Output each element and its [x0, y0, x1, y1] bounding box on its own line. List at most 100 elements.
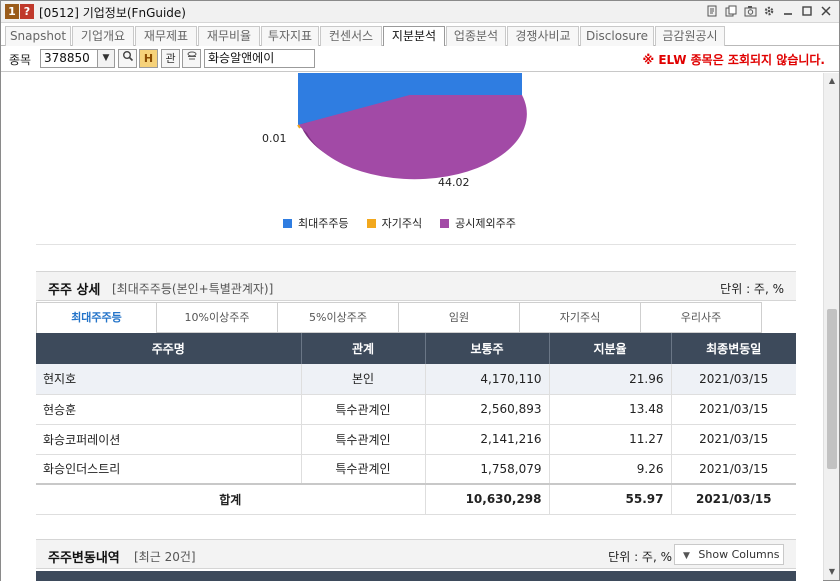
holders-table: 주주명 관계 보통주 지분율 최종변동일 현지호 본인 4,170,110 21…: [36, 333, 796, 515]
subtab-treasury[interactable]: 자기주식: [520, 302, 641, 333]
chevron-down-icon[interactable]: ▼: [98, 49, 115, 68]
show-columns-button[interactable]: ▼ Show Columns: [674, 544, 784, 565]
legend-item-nonpublic[interactable]: 공시제외주주: [440, 215, 516, 231]
elw-notice: ※ ELW 종목은 조회되지 않습니다.: [642, 53, 825, 67]
content-area: 0.01 44.02 최대주주등 자기주식 공시제외주주 주주 상세 [최대주주…: [1, 73, 823, 581]
window: 1 ? [0512] 기업정보(FnGuide) Snapshot 기업개요 재…: [0, 0, 840, 581]
window-controls: [705, 3, 833, 21]
subtab-10pct-holders[interactable]: 10%이상주주: [157, 302, 278, 333]
detail-subtitle: [최대주주등(본인+특별관계자)]: [112, 282, 274, 296]
minimize-icon[interactable]: [781, 5, 795, 19]
related-button[interactable]: 관: [161, 49, 180, 68]
table-total-row: 합계 10,630,298 55.97 2021/03/15: [36, 483, 796, 515]
cell-ratio: 21.96: [549, 364, 672, 395]
table-row[interactable]: 현승훈 특수관계인 2,560,893 13.48 2021/03/15: [36, 394, 796, 425]
tab-snapshot[interactable]: Snapshot: [5, 26, 71, 46]
expand-icon[interactable]: [182, 49, 201, 68]
subtab-5pct-holders[interactable]: 5%이상주주: [278, 302, 399, 333]
bookmark-icon[interactable]: [705, 5, 719, 19]
legend-swatch: [366, 218, 376, 228]
table-row[interactable]: 화승인더스트리 특수관계인 1,758,079 9.26 2021/03/15: [36, 454, 796, 485]
divider: [36, 244, 796, 245]
scroll-up-icon[interactable]: ▲: [824, 73, 840, 89]
cell-date: 2021/03/15: [671, 454, 796, 485]
tab-financial-ratios[interactable]: 재무비율: [198, 26, 260, 46]
detail-unit: 단위 : 주, %: [720, 282, 784, 296]
favorite-button[interactable]: H: [139, 49, 158, 68]
tab-disclosure[interactable]: Disclosure: [580, 26, 654, 46]
changes-subtitle: [최근 20건]: [134, 550, 196, 564]
changes-title: 주주변동내역: [48, 551, 120, 566]
detail-section-header: 주주 상세 [최대주주등(본인+특별관계자)] 단위 : 주, %: [36, 271, 796, 301]
copy-icon[interactable]: [724, 5, 738, 19]
tab-equity-analysis[interactable]: 지분분석: [383, 26, 445, 47]
cell-date: 2021/03/15: [671, 364, 796, 395]
tab-competitor-comparison[interactable]: 경쟁사비교: [507, 26, 579, 46]
pie-label-small: 0.01: [262, 132, 287, 145]
cell-ratio: 9.26: [549, 454, 672, 485]
table-header-row: 주주명 관계 보통주 지분율 최종변동일: [36, 333, 796, 364]
search-icon[interactable]: [118, 49, 137, 68]
company-name-field[interactable]: 화승알앤에이: [204, 49, 315, 68]
caret-down-icon: ▼: [683, 551, 690, 561]
shareholder-pie-chart: [297, 73, 527, 180]
changes-section-header: 주주변동내역 [최근 20건] 단위 : 주, % ▼ Show Columns: [36, 539, 796, 569]
vertical-scrollbar[interactable]: ▲ ▼: [823, 73, 839, 580]
changes-table-header: [36, 571, 796, 581]
stock-code-input[interactable]: 378850: [40, 49, 98, 68]
pie-label-big: 44.02: [438, 176, 470, 189]
stock-toolbar: 종목 378850 ▼ H 관 화승알앤에이 ※ ELW 종목은 조회되지 않습…: [1, 46, 839, 72]
help-button[interactable]: ?: [20, 4, 34, 19]
stock-label: 종목: [9, 53, 32, 67]
scroll-thumb[interactable]: [827, 309, 837, 469]
subtab-major-holders[interactable]: 최대주주등: [36, 302, 157, 333]
window-number-badge[interactable]: 1: [5, 4, 19, 19]
cell-name: 현지호: [36, 364, 302, 395]
tab-fss-disclosure[interactable]: 금감원공시: [655, 26, 725, 46]
col-header-ratio[interactable]: 지분율: [549, 333, 672, 364]
tab-industry-analysis[interactable]: 업종분석: [446, 26, 506, 46]
tab-consensus[interactable]: 컨센서스: [320, 26, 382, 46]
cell-date: 2021/03/15: [671, 394, 796, 425]
scroll-down-icon[interactable]: ▼: [824, 564, 840, 580]
legend-label: 최대주주등: [298, 217, 349, 230]
table-row[interactable]: 현지호 본인 4,170,110 21.96 2021/03/15: [36, 364, 796, 395]
col-header-date[interactable]: 최종변동일: [671, 333, 796, 364]
cell-total-date: 2021/03/15: [671, 483, 796, 515]
title-bar: 1 ? [0512] 기업정보(FnGuide): [1, 1, 839, 23]
cell-shares: 4,170,110: [425, 364, 550, 395]
legend-label: 자기주식: [381, 217, 423, 230]
show-columns-label: Show Columns: [698, 548, 780, 561]
subtab-executives[interactable]: 임원: [399, 302, 520, 333]
legend-item-major[interactable]: 최대주주등: [283, 215, 349, 231]
col-header-name[interactable]: 주주명: [36, 333, 302, 364]
tab-financial-statements[interactable]: 재무제표: [135, 26, 197, 46]
pie-legend: 최대주주등 자기주식 공시제외주주: [283, 215, 516, 231]
close-icon[interactable]: [819, 5, 833, 19]
changes-unit: 단위 : 주, %: [608, 550, 672, 564]
cell-relation: 본인: [301, 364, 426, 395]
cell-name: 화승인더스트리: [36, 454, 302, 485]
col-header-relation[interactable]: 관계: [301, 333, 426, 364]
subtab-employee-stock[interactable]: 우리사주: [641, 302, 762, 333]
detail-title: 주주 상세: [48, 283, 101, 298]
legend-swatch: [440, 218, 450, 228]
cell-name: 현승훈: [36, 394, 302, 425]
tab-company-overview[interactable]: 기업개요: [72, 26, 134, 46]
legend-swatch: [283, 218, 292, 228]
maximize-icon[interactable]: [800, 5, 814, 19]
cell-total-shares: 10,630,298: [425, 483, 550, 515]
legend-item-treasury[interactable]: 자기주식: [366, 215, 423, 231]
cell-shares: 2,560,893: [425, 394, 550, 425]
gear-icon[interactable]: [762, 5, 776, 19]
main-tab-bar: Snapshot 기업개요 재무제표 재무비율 투자지표 컨센서스 지분분석 업…: [1, 24, 839, 47]
cell-ratio: 13.48: [549, 394, 672, 425]
camera-icon[interactable]: [743, 5, 757, 19]
detail-subtabs: 최대주주등 10%이상주주 5%이상주주 임원 자기주식 우리사주: [36, 302, 796, 333]
col-header-shares[interactable]: 보통주: [425, 333, 550, 364]
tab-investment-indicators[interactable]: 투자지표: [261, 26, 319, 46]
cell-relation: 특수관계인: [301, 424, 426, 455]
cell-name: 화승코퍼레이션: [36, 424, 302, 455]
cell-relation: 특수관계인: [301, 454, 426, 485]
table-row[interactable]: 화승코퍼레이션 특수관계인 2,141,216 11.27 2021/03/15: [36, 424, 796, 455]
